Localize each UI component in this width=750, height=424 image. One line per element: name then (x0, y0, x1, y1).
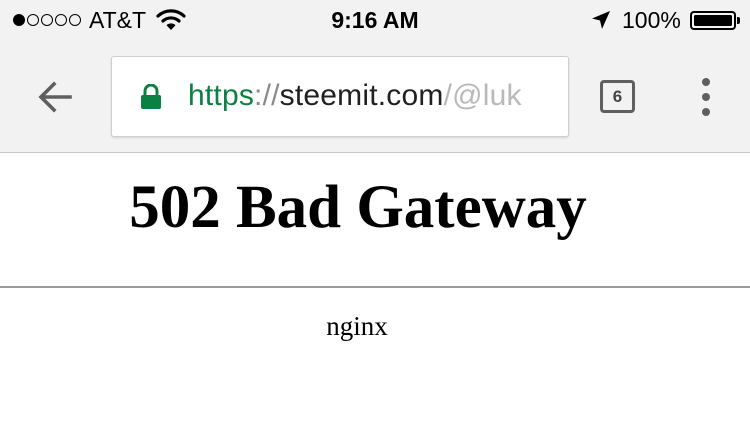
overflow-menu-icon (702, 93, 710, 101)
horizontal-rule (0, 286, 750, 288)
url-path: /@luk (443, 79, 522, 112)
browser-toolbar: https://steemit.com/@luk 6 (0, 40, 750, 153)
battery-percentage: 100% (622, 7, 681, 33)
tab-switcher-button[interactable]: 6 (600, 80, 635, 113)
overflow-menu-button[interactable] (694, 78, 718, 116)
overflow-menu-icon (702, 78, 710, 86)
back-arrow-icon (38, 81, 72, 113)
battery-icon (690, 11, 736, 30)
page-title: 502 Bad Gateway (129, 174, 587, 241)
url-fade (528, 57, 568, 136)
server-name: nginx (326, 311, 388, 341)
overflow-menu-icon (702, 108, 710, 116)
back-button[interactable] (30, 74, 80, 120)
battery-cap (737, 17, 740, 24)
status-bar: AT&T 9:16 AM 100% (0, 0, 750, 40)
url-host: steemit.com (279, 79, 444, 112)
address-bar[interactable]: https://steemit.com/@luk (111, 56, 569, 137)
lock-icon (140, 83, 162, 115)
url-separator: :// (254, 79, 280, 112)
battery-level-fill (694, 15, 732, 26)
url-text: https://steemit.com/@luk (188, 79, 522, 113)
url-scheme: https (188, 79, 255, 112)
location-arrow-icon (590, 9, 612, 36)
